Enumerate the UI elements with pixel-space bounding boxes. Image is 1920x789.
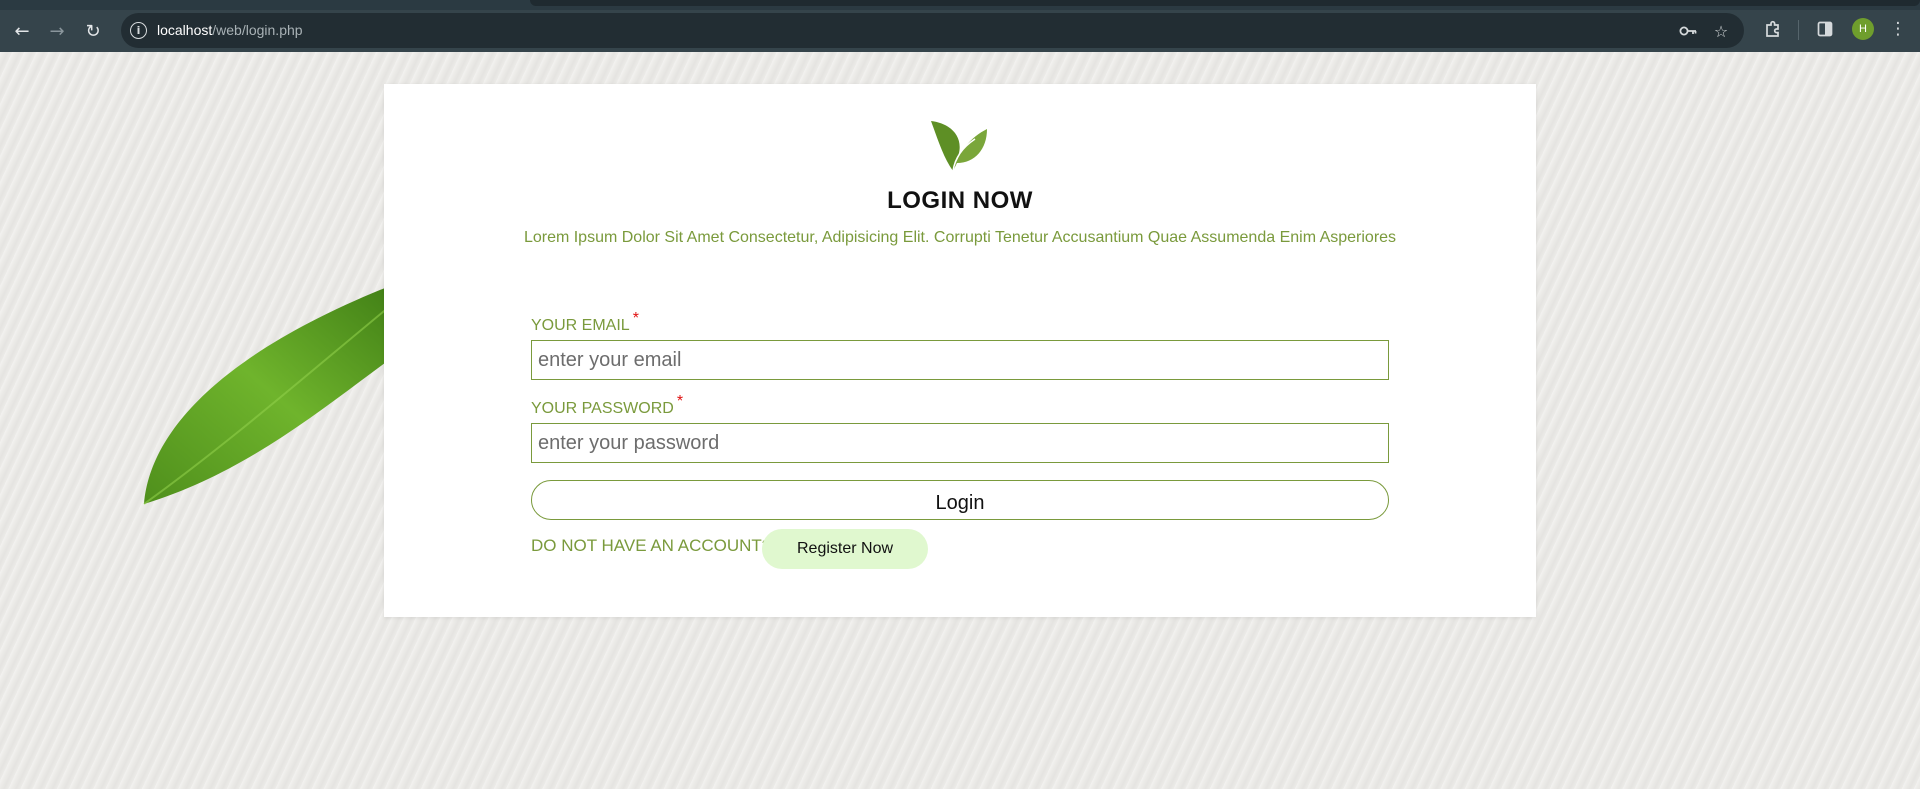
browser-toolbar: ← → ↻ i localhost/web/login.php ☆ H ⋮ — [0, 10, 1920, 52]
register-button[interactable]: Register Now — [762, 529, 928, 569]
password-field[interactable] — [531, 423, 1389, 463]
login-card: LOGIN NOW Lorem Ipsum Dolor Sit Amet Con… — [384, 84, 1536, 617]
reload-icon[interactable]: ↻ — [80, 18, 106, 44]
url-host: localhost — [157, 22, 213, 38]
site-info-icon[interactable]: i — [130, 22, 147, 39]
page-title: LOGIN NOW — [887, 187, 1033, 214]
leaf-decoration-icon — [143, 282, 400, 505]
toolbar-divider — [1798, 20, 1799, 40]
email-field[interactable] — [531, 340, 1389, 380]
password-key-icon[interactable] — [1677, 21, 1699, 41]
password-label-text: YOUR PASSWORD — [531, 400, 674, 417]
page-background: LOGIN NOW Lorem Ipsum Dolor Sit Amet Con… — [0, 52, 1920, 789]
page-subtitle: Lorem Ipsum Dolor Sit Amet Consectetur, … — [523, 229, 1397, 246]
address-bar[interactable]: i localhost/web/login.php ☆ — [121, 13, 1744, 48]
email-required-mark: * — [632, 310, 639, 327]
email-label: YOUR EMAIL * — [531, 310, 639, 335]
more-menu-icon[interactable]: ⋮ — [1886, 17, 1910, 41]
profile-avatar[interactable]: H — [1852, 18, 1874, 40]
password-required-mark: * — [676, 393, 684, 410]
no-account-text: DO NOT HAVE AN ACCOUNT? — [531, 536, 772, 555]
side-panel-icon[interactable] — [1813, 17, 1837, 41]
url-path: /web/login.php — [212, 22, 303, 38]
bookmark-star-icon[interactable]: ☆ — [1710, 21, 1732, 41]
email-label-text: YOUR EMAIL — [531, 317, 630, 334]
forward-arrow-icon[interactable]: → — [44, 18, 70, 44]
browser-tab-strip — [0, 0, 1920, 10]
back-arrow-icon[interactable]: ← — [9, 18, 35, 44]
leaf-logo-icon — [931, 121, 987, 172]
extensions-icon[interactable] — [1761, 17, 1785, 41]
password-label: YOUR PASSWORD * — [531, 393, 683, 418]
login-button[interactable]: Login — [531, 480, 1389, 520]
address-bar-url[interactable]: localhost/web/login.php — [157, 22, 303, 38]
browser-tab-edge — [530, 0, 1920, 6]
